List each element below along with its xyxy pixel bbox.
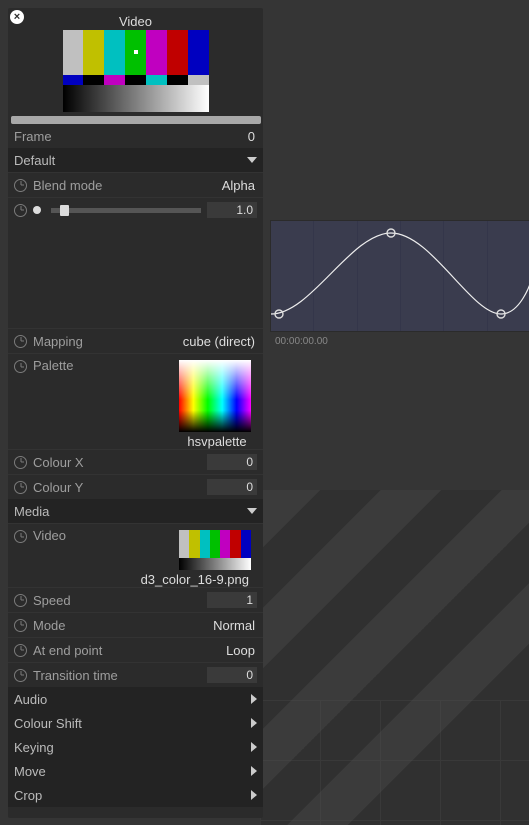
opacity-row[interactable]: 1.0 xyxy=(8,197,263,222)
palette-swatch[interactable] xyxy=(179,360,251,432)
chevron-down-icon xyxy=(247,508,257,514)
clock-icon xyxy=(14,644,27,657)
clock-icon xyxy=(14,619,27,632)
transition-label: Transition time xyxy=(33,668,207,683)
transition-row[interactable]: Transition time 0 xyxy=(8,662,263,687)
section-media[interactable]: Media xyxy=(8,499,263,523)
endpoint-row[interactable]: At end point Loop xyxy=(8,637,263,662)
curve-path xyxy=(271,221,529,331)
frame-label: Frame xyxy=(14,129,248,144)
speed-label: Speed xyxy=(33,593,207,608)
section-colour-shift[interactable]: Colour Shift xyxy=(8,711,263,735)
colourx-row[interactable]: Colour X 0 xyxy=(8,449,263,474)
chevron-right-icon xyxy=(251,790,257,800)
opacity-slider[interactable] xyxy=(51,208,201,213)
section-audio[interactable]: Audio xyxy=(8,687,263,711)
mapping-label: Mapping xyxy=(33,334,183,349)
panel-title: Video xyxy=(8,14,263,29)
mapping-row[interactable]: Mapping cube (direct) xyxy=(8,328,263,353)
speed-value[interactable]: 1 xyxy=(207,592,257,608)
section-default-label: Default xyxy=(14,153,55,168)
mode-value[interactable]: Normal xyxy=(213,618,257,633)
section-keying-label: Keying xyxy=(14,740,54,755)
clock-icon xyxy=(14,204,27,217)
frame-value[interactable]: 0 xyxy=(248,129,257,144)
palette-row[interactable]: Palette hsvpalette xyxy=(8,353,263,449)
mapping-value[interactable]: cube (direct) xyxy=(183,334,257,349)
coloury-value[interactable]: 0 xyxy=(207,479,257,495)
blend-label: Blend mode xyxy=(33,178,222,193)
clock-icon xyxy=(14,360,27,373)
section-move[interactable]: Move xyxy=(8,759,263,783)
clock-icon xyxy=(14,594,27,607)
coloury-row[interactable]: Colour Y 0 xyxy=(8,474,263,499)
opacity-value[interactable]: 1.0 xyxy=(207,202,257,218)
clock-icon xyxy=(14,530,27,543)
video-preview[interactable] xyxy=(63,30,209,112)
mode-row[interactable]: Mode Normal xyxy=(8,612,263,637)
endpoint-value[interactable]: Loop xyxy=(226,643,257,658)
transition-value[interactable]: 0 xyxy=(207,667,257,683)
video-label: Video xyxy=(33,528,141,543)
video-panel: × Video Frame 0 Default Blend mode Alpha… xyxy=(8,8,263,818)
speed-row[interactable]: Speed 1 xyxy=(8,587,263,612)
endpoint-label: At end point xyxy=(33,643,226,658)
clock-icon xyxy=(14,456,27,469)
section-keying[interactable]: Keying xyxy=(8,735,263,759)
coloury-label: Colour Y xyxy=(33,480,207,495)
blend-row[interactable]: Blend mode Alpha xyxy=(8,172,263,197)
section-media-label: Media xyxy=(14,504,49,519)
section-move-label: Move xyxy=(14,764,46,779)
timeline-timecode: 00:00:00.00 xyxy=(275,336,328,347)
video-row[interactable]: Video d3_color_16-9.png xyxy=(8,523,263,587)
chevron-right-icon xyxy=(251,742,257,752)
media-filename: d3_color_16-9.png xyxy=(141,572,251,587)
curve-editor[interactable]: 00:00:00.00 xyxy=(270,220,529,332)
keyframe-icon[interactable] xyxy=(33,206,41,214)
clock-icon xyxy=(14,179,27,192)
chevron-right-icon xyxy=(251,718,257,728)
mode-label: Mode xyxy=(33,618,213,633)
chevron-right-icon xyxy=(251,766,257,776)
palette-value: hsvpalette xyxy=(179,434,257,449)
palette-label: Palette xyxy=(33,358,179,373)
section-default[interactable]: Default xyxy=(8,148,263,172)
clock-icon xyxy=(14,481,27,494)
scrub-bar[interactable] xyxy=(11,116,261,124)
section-colourshift-label: Colour Shift xyxy=(14,716,82,731)
clock-icon xyxy=(14,669,27,682)
section-crop[interactable]: Crop xyxy=(8,783,263,807)
clock-icon xyxy=(14,335,27,348)
blend-value[interactable]: Alpha xyxy=(222,178,257,193)
colourx-label: Colour X xyxy=(33,455,207,470)
media-thumbnail[interactable] xyxy=(179,530,251,570)
slider-thumb[interactable] xyxy=(60,205,69,216)
frame-row[interactable]: Frame 0 xyxy=(8,124,263,148)
section-crop-label: Crop xyxy=(14,788,42,803)
colourx-value[interactable]: 0 xyxy=(207,454,257,470)
section-audio-label: Audio xyxy=(14,692,47,707)
chevron-right-icon xyxy=(251,694,257,704)
chevron-down-icon xyxy=(247,157,257,163)
